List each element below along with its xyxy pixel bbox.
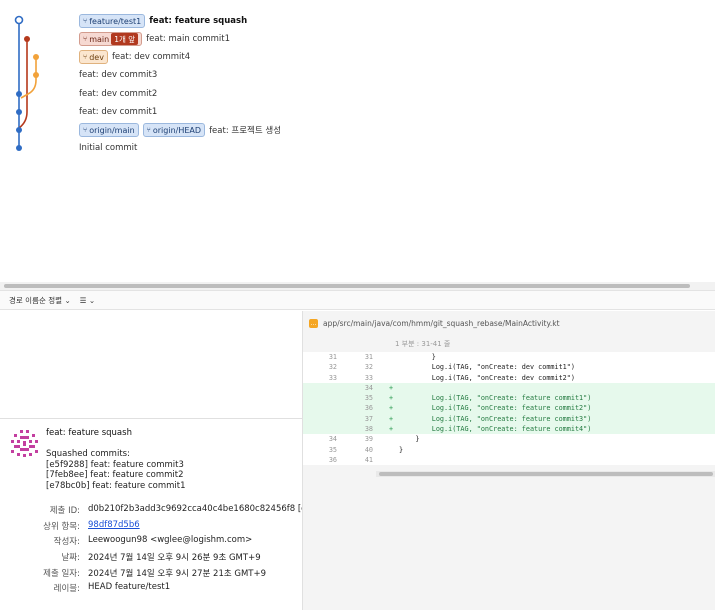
ahead-badge: 1개 앞	[111, 33, 139, 45]
parent-commit-link[interactable]: 98df87d5b6	[88, 520, 140, 530]
meta-label: 작성자:	[53, 537, 80, 548]
commit-message: feat: main commit1	[146, 34, 230, 44]
commit-node	[24, 36, 30, 42]
file-list-toolbar: 경로 이름순 정렬 ⌄ ☰ ⌄	[0, 290, 715, 310]
diff-line-added: 36 + Log.i(TAG, "onCreate: feature commit…	[303, 403, 715, 414]
meta-label: 제출 일자:	[43, 568, 80, 579]
diff-line: 33 33 Log.i(TAG, "onCreate: dev commit2")	[328, 373, 575, 382]
branch-icon: ⑂	[146, 126, 151, 134]
branch-tag[interactable]: ⑂ origin/HEAD	[142, 123, 206, 137]
diff-line-added: 38 + Log.i(TAG, "onCreate: feature commit…	[303, 424, 715, 435]
meta-label: 상위 항목:	[43, 521, 80, 532]
branch-tag[interactable]: ⑂ origin/main	[79, 123, 139, 137]
meta-label: 레이블:	[53, 584, 80, 595]
diff-pane: … app/src/main/java/com/hmm/git_squash_r…	[302, 311, 715, 610]
diff-line-added: 34 +	[303, 382, 715, 394]
commit-node	[33, 72, 39, 78]
commit-date-value: 2024년 7월 14일 오후 9시 27분 21초 GMT+9	[88, 568, 267, 579]
diff-empty-area	[303, 477, 715, 610]
body-line: [e5f9288] feat: feature commit3	[46, 459, 184, 470]
commit-node	[16, 91, 22, 97]
commit-row[interactable]: feat: dev commit3	[79, 66, 157, 84]
commit-row[interactable]: ⑂ main 1개 앞 feat: main commit1	[79, 30, 230, 48]
commit-row[interactable]: ⑂ origin/main ⑂ origin/HEAD feat: 프로젝트 생성	[79, 121, 281, 139]
meta-row-parent: 상위 항목: 98df87d5b6	[0, 520, 302, 536]
date-value: 2024년 7월 14일 오후 9시 26분 9초 GMT+9	[88, 553, 261, 564]
scrollbar-thumb[interactable]	[4, 284, 690, 288]
commit-node	[33, 54, 39, 60]
commit-message: feat: dev commit4	[111, 52, 191, 62]
avatar	[10, 429, 39, 458]
commit-title: feat: feature squash	[46, 428, 132, 438]
sort-menu[interactable]: 경로 이름순 정렬 ⌄	[9, 295, 71, 306]
commit-message: Initial commit	[79, 143, 138, 153]
graph-scrollbar[interactable]	[0, 282, 715, 290]
sourcetree-window: ⑂ feature/test1 feat: feature squash ⑂ mai…	[0, 0, 715, 610]
divider	[0, 418, 302, 419]
diff-code: 31 31 } 32 32 Log.i(TAG, "onCreate: dev co…	[303, 352, 715, 466]
body-line: [7feb8ee] feat: feature commit2	[46, 470, 184, 480]
meta-row-author: 작성자: Leewoogun98 <wglee@logishm.com>	[0, 535, 302, 551]
commit-graph: ⑂ feature/test1 feat: feature squash ⑂ mai…	[0, 8, 715, 168]
file-modified-icon: …	[309, 318, 318, 328]
lane-orange	[20, 57, 37, 99]
commit-body: Squashed commits: [e5f9288] feat: featur…	[46, 449, 186, 491]
labels-value: HEAD feature/test1	[88, 582, 171, 593]
commit-details-pane: feat: feature squash Squashed commits: […	[0, 311, 302, 610]
branch-icon: ⑂	[83, 126, 88, 134]
commit-row[interactable]: feat: dev commit2	[79, 85, 157, 103]
commit-meta: 제출 ID: d0b210f2b3add3c9692cca40c4be1680c…	[0, 504, 302, 598]
branch-tag[interactable]: ⑂ feature/test1	[79, 14, 146, 28]
commit-row[interactable]: ⑂ feature/test1 feat: feature squash	[79, 12, 247, 30]
hunk-header: 1 부분 : 31-41 줄	[395, 340, 451, 348]
branch-icon: ⑂	[83, 35, 88, 43]
branch-tag[interactable]: ⑂ main 1개 앞	[79, 32, 143, 46]
branch-icon: ⑂	[83, 53, 88, 61]
commit-message: feat: feature squash	[149, 16, 248, 26]
commit-message: feat: dev commit1	[79, 107, 158, 117]
diff-line: 32 32 Log.i(TAG, "onCreate: dev commit1")	[328, 363, 575, 372]
meta-row-date: 날짜: 2024년 7월 14일 오후 9시 26분 9초 GMT+9	[0, 551, 302, 567]
meta-label: 날짜:	[61, 553, 80, 564]
diff-line: 34 39 }	[328, 435, 420, 444]
commit-node	[16, 145, 22, 151]
list-view-menu[interactable]: ☰ ⌄	[80, 296, 95, 305]
author-value: Leewoogun98 <wglee@logishm.com>	[88, 535, 253, 546]
commit-row[interactable]: Initial commit	[79, 139, 137, 157]
commit-message: feat: dev commit3	[79, 70, 158, 80]
commit-row[interactable]: ⑂ dev feat: dev commit4	[79, 48, 190, 66]
body-line: [e78bc0b] feat: feature commit1	[46, 480, 186, 491]
meta-row-labels: 레이블: HEAD feature/test1	[0, 582, 302, 598]
commit-message: feat: dev commit2	[79, 89, 158, 99]
graph-lanes	[14, 15, 39, 151]
diff-line: 31 31 }	[328, 353, 436, 361]
branch-icon: ⑂	[83, 17, 88, 25]
branch-tag[interactable]: ⑂ dev	[79, 50, 108, 64]
diff-line: 35 40}	[328, 445, 404, 454]
body-line: Squashed commits:	[46, 449, 130, 459]
diff-line: 36 41	[328, 455, 373, 464]
commit-node	[16, 109, 22, 115]
file-path: app/src/main/java/com/hmm/git_squash_reb…	[323, 318, 560, 328]
commit-node	[14, 15, 24, 25]
meta-label: 제출 ID:	[49, 506, 80, 516]
scrollbar-thumb[interactable]	[379, 472, 713, 476]
commit-node	[16, 127, 22, 133]
commit-message: feat: 프로젝트 생성	[209, 126, 282, 136]
meta-row-commit-id: 제출 ID: d0b210f2b3add3c9692cca40c4be1680c…	[0, 504, 302, 520]
diff-file-header[interactable]: … app/src/main/java/com/hmm/git_squash_r…	[309, 316, 560, 330]
diff-line-added: 37 + Log.i(TAG, "onCreate: feature commit…	[303, 413, 715, 425]
diff-line-added: 35 + Log.i(TAG, "onCreate: feature commit…	[303, 393, 715, 404]
commit-id-value: d0b210f2b3add3c9692cca40c4be1680c82456f8…	[88, 504, 302, 514]
meta-row-commit-date: 제출 일자: 2024년 7월 14일 오후 9시 27분 21초 GMT+9	[0, 567, 302, 583]
commit-row[interactable]: feat: dev commit1	[79, 103, 157, 121]
